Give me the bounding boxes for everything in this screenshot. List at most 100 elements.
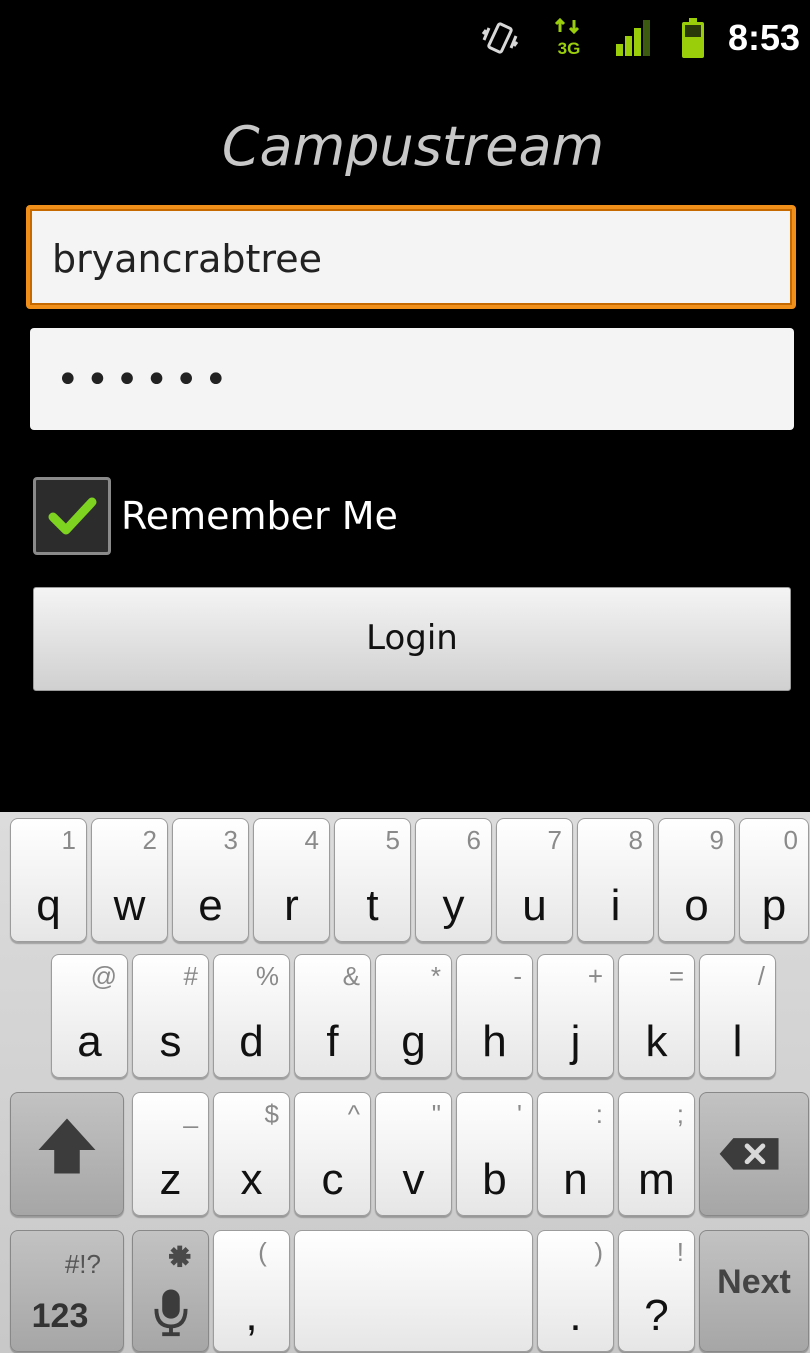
key-i[interactable]: 8 i <box>577 818 654 942</box>
microphone-icon <box>154 1245 191 1337</box>
key-u[interactable]: 7 u <box>496 818 573 942</box>
key-label: v <box>402 1155 425 1204</box>
key-label: , <box>245 1291 258 1340</box>
remember-me-checkbox[interactable] <box>33 477 111 555</box>
key-label: i <box>610 881 621 930</box>
remember-me-row[interactable]: Remember Me <box>33 477 453 557</box>
username-value: bryancrabtree <box>52 237 322 281</box>
key-g[interactable]: * g <box>375 954 452 1078</box>
key-question[interactable]: ! ? <box>618 1230 695 1352</box>
key-alt-label: ; <box>676 1099 684 1129</box>
key-a[interactable]: @ a <box>51 954 128 1078</box>
key-alt-label: 6 <box>466 825 481 855</box>
key-alt-label: 4 <box>304 825 319 855</box>
key-alt-label: ^ <box>347 1099 360 1129</box>
key-alt-label: ) <box>594 1237 603 1267</box>
key-t[interactable]: 5 t <box>334 818 411 942</box>
key-alt-label: 3 <box>223 825 238 855</box>
key-alt-label: ' <box>517 1099 522 1129</box>
key-x[interactable]: $ x <box>213 1092 290 1216</box>
key-label: c <box>321 1155 344 1204</box>
key-alt-label: + <box>587 961 603 991</box>
vibrate-icon <box>481 22 519 54</box>
login-button[interactable]: Login <box>33 587 791 691</box>
key-label: r <box>284 881 299 930</box>
key-n[interactable]: : n <box>537 1092 614 1216</box>
key-o[interactable]: 9 o <box>658 818 735 942</box>
checkmark-icon <box>48 497 97 535</box>
key-alt-label: : <box>595 1099 603 1129</box>
status-bar: 3G 8:53 <box>0 0 810 76</box>
username-field[interactable]: bryancrabtree <box>26 205 796 309</box>
key-alt-label: 0 <box>783 825 798 855</box>
key-f[interactable]: & f <box>294 954 371 1078</box>
data-3g-icon: 3G <box>554 18 581 58</box>
key-label: z <box>159 1155 182 1204</box>
network-type-label: 3G <box>558 39 581 58</box>
symbols-key[interactable]: #!? 123 <box>10 1230 124 1352</box>
key-alt-label: 2 <box>142 825 157 855</box>
key-label: f <box>326 1017 339 1066</box>
key-v[interactable]: " v <box>375 1092 452 1216</box>
key-alt-label: 5 <box>385 825 400 855</box>
key-alt-label: @ <box>90 961 117 991</box>
key-label: x <box>240 1155 263 1204</box>
key-alt-label: 1 <box>61 825 76 855</box>
space-key[interactable] <box>294 1230 533 1352</box>
status-clock: 8:53 <box>728 17 801 58</box>
key-alt-label: " <box>431 1099 441 1129</box>
shift-key[interactable] <box>10 1092 124 1216</box>
key-z[interactable]: _ z <box>132 1092 209 1216</box>
key-h[interactable]: - h <box>456 954 533 1078</box>
key-label: n <box>563 1155 588 1204</box>
key-alt-label: % <box>255 961 279 991</box>
backspace-icon <box>719 1138 779 1170</box>
key-label: j <box>570 1017 581 1066</box>
key-comma[interactable]: ( , <box>213 1230 290 1352</box>
key-label: h <box>482 1017 507 1066</box>
key-s[interactable]: # s <box>132 954 209 1078</box>
key-p[interactable]: 0 p <box>739 818 809 942</box>
voice-input-key[interactable] <box>132 1230 209 1352</box>
key-period[interactable]: ) . <box>537 1230 614 1352</box>
key-label: s <box>159 1017 182 1066</box>
key-y[interactable]: 6 y <box>415 818 492 942</box>
shift-arrow-icon <box>38 1118 96 1174</box>
key-r[interactable]: 4 r <box>253 818 330 942</box>
soft-keyboard: 1 q 2 w 3 e 4 r 5 t 6 y 7 u 8 i 9 o 0 p … <box>0 812 810 1353</box>
key-e[interactable]: 3 e <box>172 818 249 942</box>
key-label: b <box>482 1155 507 1204</box>
key-d[interactable]: % d <box>213 954 290 1078</box>
backspace-key[interactable] <box>699 1092 809 1216</box>
key-alt-label: ! <box>676 1237 684 1267</box>
key-label: u <box>522 881 547 930</box>
key-alt-label: #!? <box>64 1249 101 1279</box>
key-l[interactable]: / l <box>699 954 776 1078</box>
key-label: 123 <box>31 1297 89 1335</box>
key-label: t <box>366 881 379 930</box>
key-q[interactable]: 1 q <box>10 818 87 942</box>
key-c[interactable]: ^ c <box>294 1092 371 1216</box>
key-alt-label: # <box>183 961 198 991</box>
key-alt-label: - <box>513 961 522 991</box>
login-button-label: Login <box>366 618 458 658</box>
key-label: l <box>732 1017 743 1066</box>
signal-icon <box>616 20 650 56</box>
key-alt-label: $ <box>264 1099 279 1129</box>
next-key[interactable]: Next <box>699 1230 809 1352</box>
key-k[interactable]: = k <box>618 954 695 1078</box>
key-w[interactable]: 2 w <box>91 818 168 942</box>
key-b[interactable]: ' b <box>456 1092 533 1216</box>
key-label: w <box>113 881 146 930</box>
key-j[interactable]: + j <box>537 954 614 1078</box>
key-m[interactable]: ; m <box>618 1092 695 1216</box>
key-label: k <box>645 1017 668 1066</box>
key-alt-label: / <box>757 961 765 991</box>
key-label: g <box>401 1017 426 1066</box>
key-alt-label: 7 <box>547 825 562 855</box>
key-alt-label: * <box>430 961 441 991</box>
password-field[interactable]: •••••• <box>30 328 794 430</box>
key-alt-label: _ <box>183 1099 198 1129</box>
key-label: . <box>569 1291 582 1340</box>
key-alt-label: & <box>342 961 360 991</box>
